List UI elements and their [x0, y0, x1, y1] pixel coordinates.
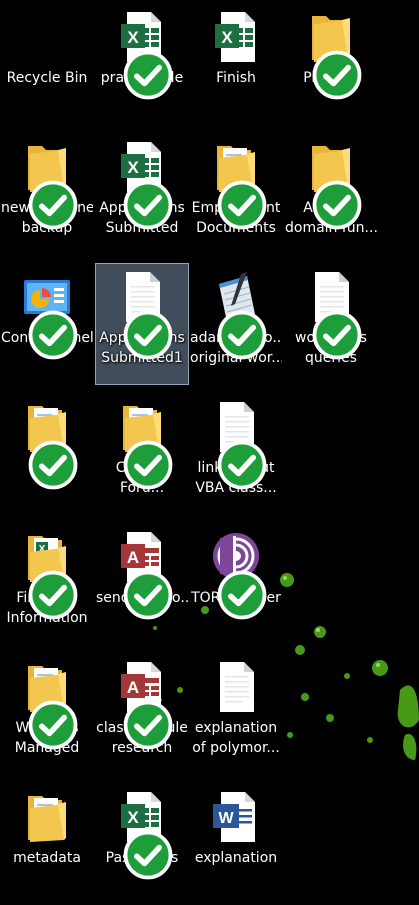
- desktop-icon-finish[interactable]: X Finish: [189, 3, 283, 125]
- svg-text:X: X: [127, 28, 139, 47]
- desktop-icon-explanation-of-polymor[interactable]: explanation of polymor...: [189, 653, 283, 775]
- label-line-2: of polymor...: [192, 740, 280, 756]
- desktop-icon-label: explanation of polymor...: [190, 718, 282, 758]
- sync-check-icon: [28, 178, 78, 230]
- desktop-icon-access-domain-fun[interactable]: ACCESSdomain fun...: [284, 133, 378, 255]
- folder-excel-icon: X: [22, 530, 78, 620]
- sync-check-icon: [123, 308, 173, 360]
- svg-text:X: X: [127, 808, 139, 827]
- desktop-icon-wordpress-queries[interactable]: wordpressqueries: [284, 263, 378, 385]
- sync-check-icon: [217, 438, 267, 490]
- label-line-1: Recycle Bin: [6, 70, 88, 86]
- folder-icon: [22, 140, 78, 230]
- tor-icon: [211, 530, 267, 620]
- desktop-icon-label: Finish: [190, 68, 282, 88]
- sync-check-icon: [28, 308, 78, 360]
- sync-check-icon: [123, 568, 173, 620]
- folder-docs-icon: [22, 660, 78, 750]
- label-line-1: metadata: [13, 850, 81, 866]
- desktop-icon-class-module-research[interactable]: A class moduleresearch: [95, 653, 189, 775]
- svg-text:A: A: [127, 678, 139, 697]
- folder-icon: [306, 140, 362, 230]
- label-line-1: explanation: [194, 720, 278, 736]
- desktop-icon-current-foru[interactable]: CurrentForu...: [95, 393, 189, 515]
- sync-check-icon: [123, 178, 173, 230]
- desktop-icon-applications-submitted[interactable]: X ApplicationsSubmitted: [95, 133, 189, 255]
- access-icon: A: [117, 530, 173, 620]
- sync-check-icon: [123, 698, 173, 750]
- file-icon: [306, 270, 362, 360]
- sync-check-icon: [123, 828, 173, 880]
- desktop-icon-tor-browser[interactable]: TOR browser: [189, 523, 283, 645]
- excel-icon: X: [117, 10, 173, 100]
- file-icon: [211, 400, 267, 490]
- sync-check-icon: [217, 568, 267, 620]
- excel-icon: X: [211, 10, 261, 64]
- desktop-icon-label: metadata: [1, 848, 93, 868]
- folder-docs-icon: [211, 140, 267, 230]
- recycle-icon: [22, 10, 72, 64]
- label-line-1: Finish: [216, 70, 256, 86]
- sync-check-icon: [28, 438, 78, 490]
- excel-icon: X: [117, 140, 173, 230]
- svg-text:X: X: [127, 158, 139, 177]
- desktop-icon-adamevano-original-wor[interactable]: adamevano...original wor...: [189, 263, 283, 385]
- access-icon: A: [117, 660, 173, 750]
- svg-text:A: A: [127, 548, 139, 567]
- desktop-icon-explanation[interactable]: W explanation: [189, 783, 283, 905]
- sync-check-icon: [312, 308, 362, 360]
- desktop-icon-pictures[interactable]: Pictures: [284, 3, 378, 125]
- desktop-icon-label: Recycle Bin: [1, 68, 93, 88]
- folder-docs-icon: [22, 400, 78, 490]
- sync-check-icon: [123, 438, 173, 490]
- sync-check-icon: [28, 568, 78, 620]
- control-panel-icon: [22, 270, 78, 360]
- desktop-icon-practice-file[interactable]: X practice file: [95, 3, 189, 125]
- sync-check-icon: [123, 48, 173, 100]
- notepad-icon: [211, 270, 267, 360]
- file-icon: [211, 660, 261, 714]
- desktop-icon-new-machine-backup[interactable]: new machinebackup: [0, 133, 94, 255]
- desktop-icon-send-outloo[interactable]: A send_outloo...: [95, 523, 189, 645]
- svg-text:X: X: [221, 28, 233, 47]
- word-icon: W: [211, 790, 261, 844]
- desktop-icon-applications-submitted1[interactable]: ApplicationsSubmitted1: [95, 263, 189, 385]
- desktop-icon-gh[interactable]: gh: [0, 393, 94, 515]
- sync-check-icon: [217, 308, 267, 360]
- desktop-icon-employment-documents[interactable]: EmploymentDocuments: [189, 133, 283, 255]
- desktop-icon-metadata[interactable]: metadata: [0, 783, 94, 905]
- sync-check-icon: [217, 178, 267, 230]
- sync-check-icon: [312, 48, 362, 100]
- folder-docs-icon: [22, 790, 72, 844]
- desktop-icon-financial-information[interactable]: X FinancialInformation: [0, 523, 94, 645]
- desktop: Recycle Bin X practice file: [0, 0, 419, 880]
- svg-text:W: W: [218, 810, 234, 827]
- file-icon: [117, 270, 173, 360]
- label-line-1: explanation: [194, 850, 278, 866]
- desktop-icon-label: explanation: [190, 848, 282, 868]
- desktop-icon-links-about-vba-class[interactable]: links aboutVBA class...: [189, 393, 283, 515]
- desktop-icon-passwords[interactable]: X Passwords: [95, 783, 189, 905]
- desktop-icon-websites-managed[interactable]: WebsitesManaged: [0, 653, 94, 775]
- sync-check-icon: [312, 178, 362, 230]
- desktop-icon-control-panel[interactable]: Control Panel: [0, 263, 94, 385]
- folder-docs-icon: [117, 400, 173, 490]
- sync-check-icon: [28, 698, 78, 750]
- folder-icon: [306, 10, 362, 100]
- desktop-icon-recycle-bin[interactable]: Recycle Bin: [0, 3, 94, 125]
- excel-icon: X: [117, 790, 173, 880]
